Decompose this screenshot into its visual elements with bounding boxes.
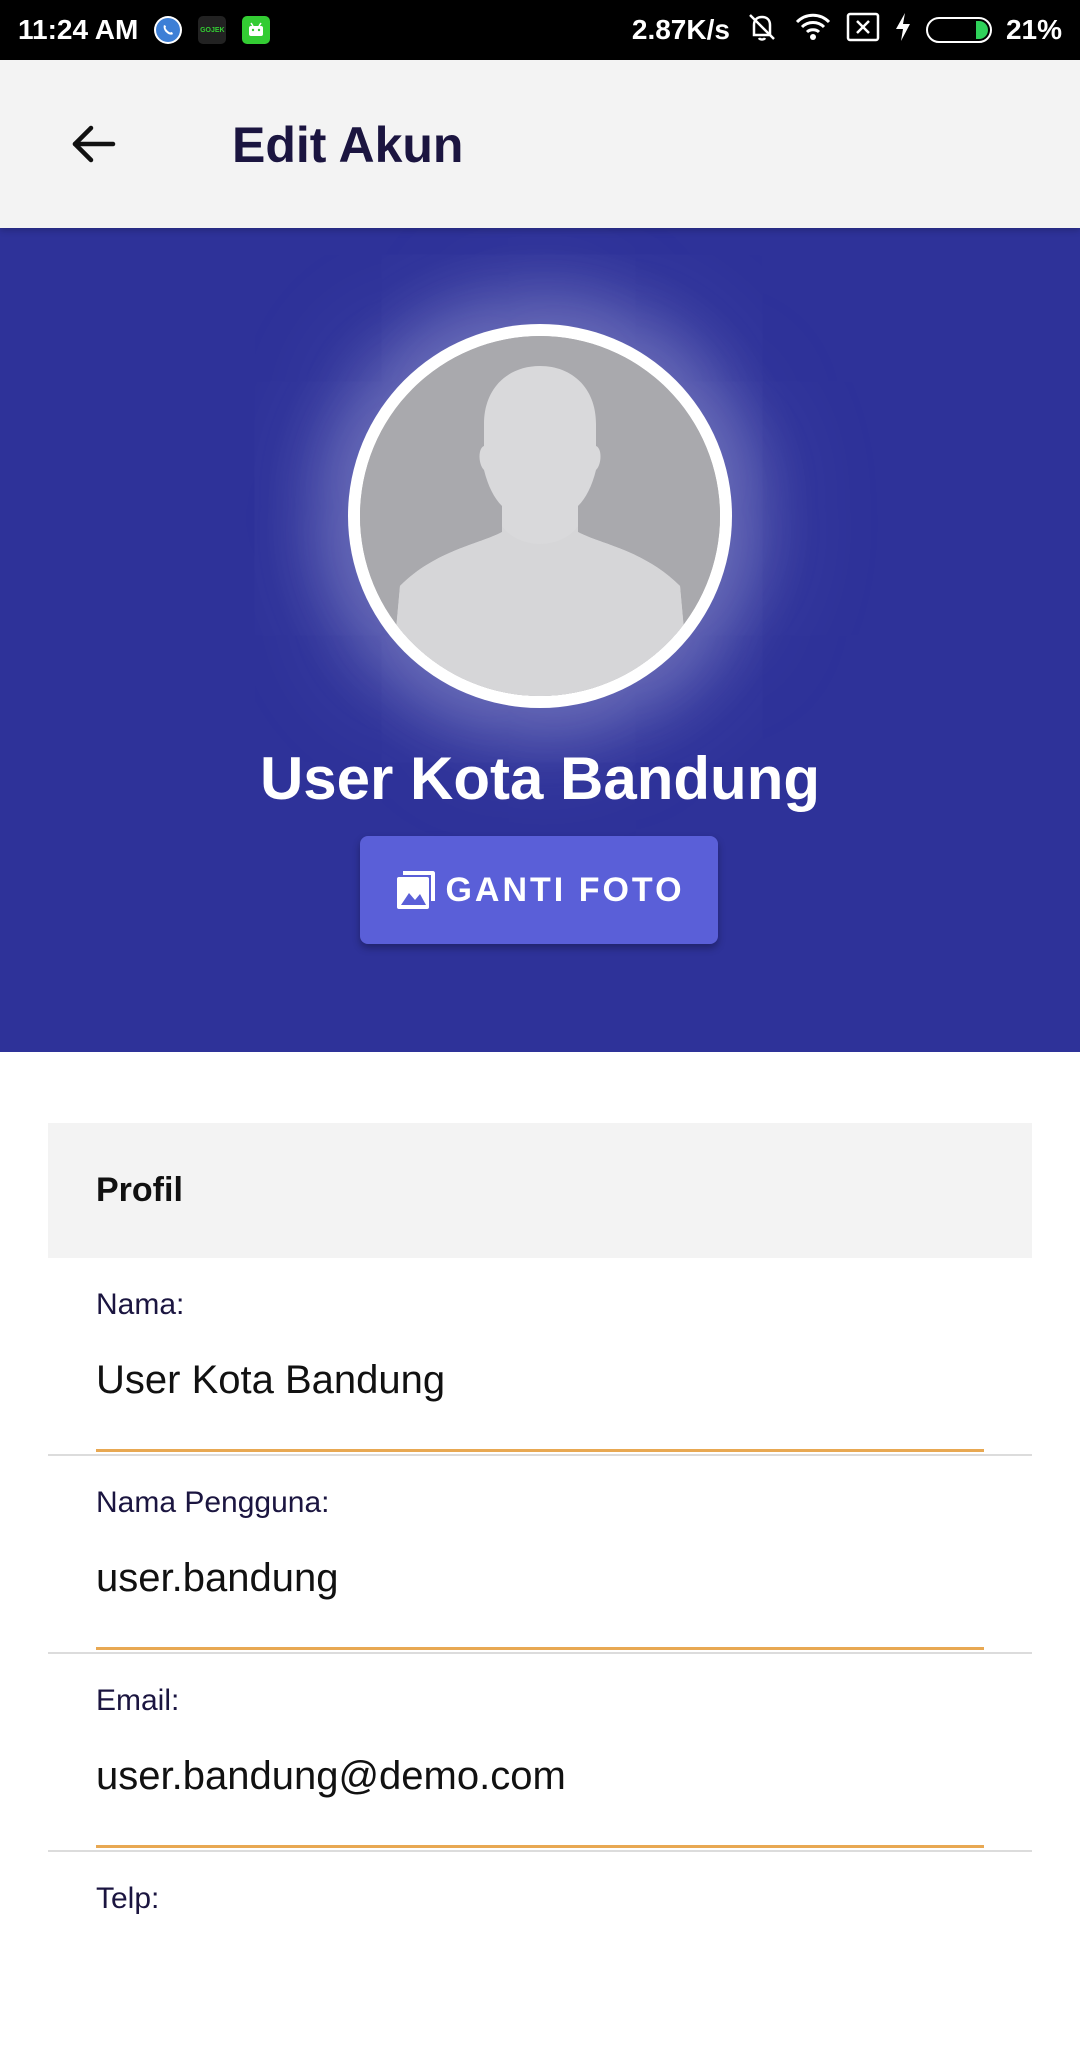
avatar-frame (348, 324, 732, 708)
profile-header: User Kota Bandung GANTI FOTO (0, 228, 1080, 1052)
status-bar: 11:24 AM GOJEK 2.87K/s 21% (0, 0, 1080, 60)
avatar[interactable] (360, 336, 720, 696)
field-underline (96, 1449, 984, 1452)
battery-icon (925, 17, 992, 43)
field-nama[interactable]: Nama: User Kota Bandung (48, 1258, 1032, 1456)
email-input[interactable]: user.bandung@demo.com (96, 1754, 566, 1799)
battery-percent: 21% (1005, 14, 1062, 45)
vibrate-off-icon (744, 9, 780, 52)
photo-library-icon (397, 871, 436, 909)
charging-icon (894, 12, 912, 49)
field-label: Email: (96, 1684, 180, 1717)
no-sim-icon (846, 12, 880, 49)
gojek-icon: GOJEK (198, 16, 227, 44)
field-label: Nama: (96, 1288, 185, 1321)
user-name: User Kota Bandung (259, 745, 821, 812)
username-input[interactable]: user.bandung (96, 1556, 338, 1601)
battery-fill (975, 21, 988, 39)
network-speed: 2.87K/s (631, 14, 730, 45)
nama-input[interactable]: User Kota Bandung (96, 1358, 445, 1403)
change-photo-label: GANTI FOTO (445, 870, 685, 909)
field-label: Nama Pengguna: (96, 1486, 330, 1519)
status-time: 11:24 AM (18, 14, 139, 45)
field-underline (96, 1647, 984, 1650)
field-telp[interactable]: Telp: (48, 1852, 1032, 2050)
arrow-left-icon (72, 125, 116, 163)
field-underline (96, 1845, 984, 1848)
page-title: Edit Akun (232, 117, 464, 173)
app-bar: Edit Akun (0, 60, 1080, 228)
section-header-profil: Profil (48, 1123, 1032, 1258)
person-silhouette-icon (360, 336, 720, 696)
whatsapp-icon (154, 16, 183, 44)
android-icon (242, 16, 271, 44)
back-button[interactable] (62, 112, 126, 176)
field-email[interactable]: Email: user.bandung@demo.com (48, 1654, 1032, 1852)
change-photo-button[interactable]: GANTI FOTO (360, 836, 718, 944)
status-left: 11:24 AM GOJEK (18, 0, 271, 60)
gojek-label: GOJEK (200, 26, 225, 34)
status-right: 2.87K/s 21% (632, 0, 1062, 60)
wifi-icon (794, 11, 832, 50)
field-nama-pengguna[interactable]: Nama Pengguna: user.bandung (48, 1456, 1032, 1654)
field-label: Telp: (96, 1882, 160, 1915)
section-title: Profil (96, 1171, 183, 1209)
